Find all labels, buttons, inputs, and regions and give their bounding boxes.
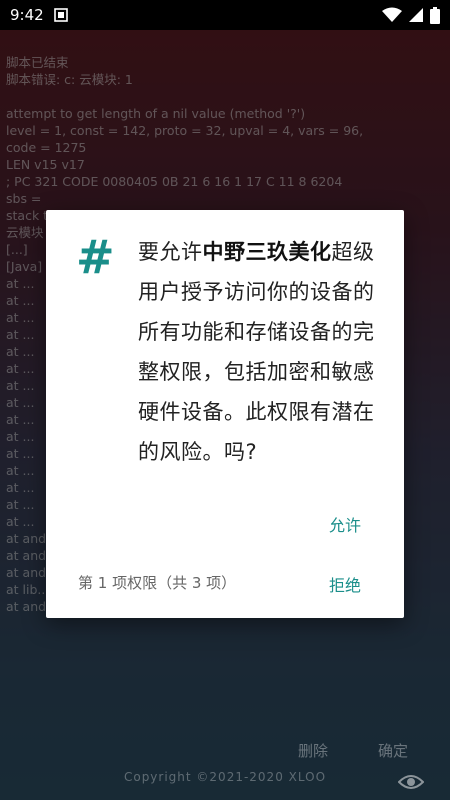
background-actions: 删除 确定 — [0, 740, 450, 764]
cell-signal-icon — [408, 7, 424, 23]
message-suffix: 超级用户授予访问你的设备的所有功能和存储设备的完整权限，包括加密和敏感硬件设备。… — [138, 240, 375, 464]
ok-button[interactable]: 确定 — [378, 740, 408, 761]
app-name: 中野三玖美化 — [202, 240, 332, 264]
superuser-permission-dialog: # 要允许中野三玖美化超级用户授予访问你的设备的所有功能和存储设备的完整权限，包… — [46, 210, 404, 618]
superuser-hash-icon: # — [76, 230, 115, 284]
photo-notification-icon — [53, 8, 68, 22]
status-bar: 9:42 — [0, 0, 450, 30]
message-prefix: 要允许 — [138, 240, 203, 264]
clock: 9:42 — [10, 6, 44, 24]
allow-button[interactable]: 允许 — [329, 512, 361, 536]
status-bar-right — [382, 6, 440, 24]
wifi-icon — [382, 7, 402, 23]
permission-message: 要允许中野三玖美化超级用户授予访问你的设备的所有功能和存储设备的完整权限，包括加… — [138, 232, 386, 472]
copyright-text: Copyright ©2021-2020 XLOO — [123, 770, 327, 784]
eye-icon[interactable] — [397, 772, 425, 792]
battery-icon — [430, 6, 440, 24]
deny-button[interactable]: 拒绝 — [329, 572, 361, 596]
permission-page-info: 第 1 项权限（共 3 项） — [78, 574, 237, 592]
status-bar-left: 9:42 — [10, 6, 68, 24]
delete-button[interactable]: 删除 — [298, 740, 328, 761]
